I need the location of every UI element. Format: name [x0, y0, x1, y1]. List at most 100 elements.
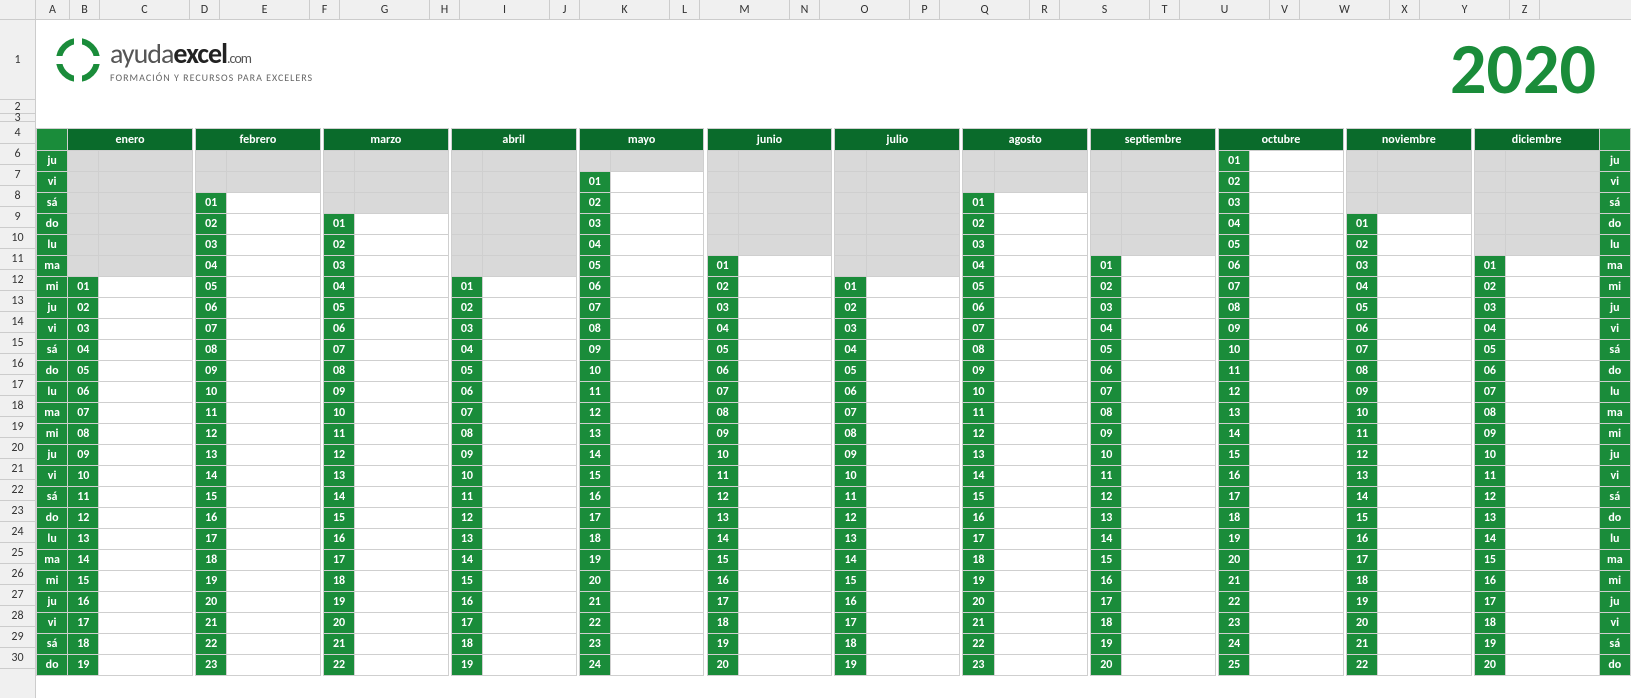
row-header-14[interactable]: 14	[0, 312, 35, 333]
day-cell[interactable]	[994, 466, 1088, 487]
day-cell[interactable]	[99, 319, 193, 340]
day-cell[interactable]	[227, 382, 321, 403]
col-header-Z[interactable]: Z	[1510, 0, 1540, 19]
day-cell[interactable]	[1250, 319, 1344, 340]
day-cell[interactable]	[994, 340, 1088, 361]
day-cell[interactable]	[738, 592, 832, 613]
day-cell[interactable]	[227, 592, 321, 613]
day-cell[interactable]	[355, 613, 449, 634]
day-cell[interactable]	[866, 613, 960, 634]
day-cell[interactable]	[1250, 613, 1344, 634]
day-cell[interactable]	[610, 466, 704, 487]
day-cell[interactable]	[1378, 445, 1472, 466]
day-cell[interactable]	[610, 172, 704, 193]
day-cell[interactable]	[227, 256, 321, 277]
day-cell[interactable]	[610, 235, 704, 256]
day-cell[interactable]	[1506, 298, 1600, 319]
day-cell[interactable]	[483, 550, 577, 571]
day-cell[interactable]	[1506, 403, 1600, 424]
day-cell[interactable]	[610, 529, 704, 550]
day-cell[interactable]	[99, 487, 193, 508]
day-cell[interactable]	[866, 571, 960, 592]
day-cell[interactable]	[227, 508, 321, 529]
day-cell[interactable]	[483, 571, 577, 592]
day-cell[interactable]	[610, 277, 704, 298]
day-cell[interactable]	[1250, 277, 1344, 298]
day-cell[interactable]	[355, 319, 449, 340]
day-cell[interactable]	[738, 319, 832, 340]
day-cell[interactable]	[1122, 256, 1216, 277]
col-header-T[interactable]: T	[1150, 0, 1180, 19]
day-cell[interactable]	[866, 487, 960, 508]
day-cell[interactable]	[738, 424, 832, 445]
day-cell[interactable]	[1378, 571, 1472, 592]
col-header-X[interactable]: X	[1390, 0, 1420, 19]
col-header-C[interactable]: C	[100, 0, 190, 19]
day-cell[interactable]	[483, 424, 577, 445]
row-header-19[interactable]: 19	[0, 417, 35, 438]
day-cell[interactable]	[99, 655, 193, 676]
day-cell[interactable]	[483, 529, 577, 550]
day-cell[interactable]	[1378, 382, 1472, 403]
day-cell[interactable]	[1506, 361, 1600, 382]
day-cell[interactable]	[483, 319, 577, 340]
col-header-S[interactable]: S	[1060, 0, 1150, 19]
day-cell[interactable]	[1378, 487, 1472, 508]
day-cell[interactable]	[610, 382, 704, 403]
day-cell[interactable]	[738, 340, 832, 361]
day-cell[interactable]	[1250, 487, 1344, 508]
day-cell[interactable]	[738, 529, 832, 550]
day-cell[interactable]	[355, 508, 449, 529]
day-cell[interactable]	[994, 508, 1088, 529]
day-cell[interactable]	[738, 571, 832, 592]
row-header-17[interactable]: 17	[0, 375, 35, 396]
day-cell[interactable]	[1378, 613, 1472, 634]
day-cell[interactable]	[483, 634, 577, 655]
day-cell[interactable]	[1506, 613, 1600, 634]
day-cell[interactable]	[355, 487, 449, 508]
col-header-D[interactable]: D	[190, 0, 220, 19]
day-cell[interactable]	[1250, 235, 1344, 256]
day-cell[interactable]	[610, 634, 704, 655]
day-cell[interactable]	[866, 445, 960, 466]
day-cell[interactable]	[866, 340, 960, 361]
day-cell[interactable]	[99, 592, 193, 613]
day-cell[interactable]	[1250, 151, 1344, 172]
day-cell[interactable]	[355, 235, 449, 256]
row-header-21[interactable]: 21	[0, 459, 35, 480]
day-cell[interactable]	[738, 445, 832, 466]
day-cell[interactable]	[1250, 340, 1344, 361]
day-cell[interactable]	[1506, 487, 1600, 508]
day-cell[interactable]	[483, 592, 577, 613]
day-cell[interactable]	[355, 445, 449, 466]
day-cell[interactable]	[610, 319, 704, 340]
row-header-11[interactable]: 11	[0, 249, 35, 270]
col-header-U[interactable]: U	[1180, 0, 1270, 19]
day-cell[interactable]	[355, 382, 449, 403]
day-cell[interactable]	[1122, 403, 1216, 424]
row-header-25[interactable]: 25	[0, 543, 35, 564]
day-cell[interactable]	[1506, 445, 1600, 466]
day-cell[interactable]	[1506, 634, 1600, 655]
day-cell[interactable]	[99, 298, 193, 319]
day-cell[interactable]	[1378, 214, 1472, 235]
day-cell[interactable]	[610, 256, 704, 277]
day-cell[interactable]	[1250, 655, 1344, 676]
day-cell[interactable]	[227, 487, 321, 508]
day-cell[interactable]	[483, 277, 577, 298]
day-cell[interactable]	[227, 298, 321, 319]
day-cell[interactable]	[1122, 613, 1216, 634]
worksheet-area[interactable]: ayudaexcel.com FORMACIÓN Y RECURSOS PARA…	[36, 20, 1631, 698]
day-cell[interactable]	[1506, 550, 1600, 571]
day-cell[interactable]	[483, 382, 577, 403]
day-cell[interactable]	[227, 550, 321, 571]
day-cell[interactable]	[1378, 277, 1472, 298]
day-cell[interactable]	[1378, 550, 1472, 571]
day-cell[interactable]	[994, 613, 1088, 634]
day-cell[interactable]	[994, 361, 1088, 382]
day-cell[interactable]	[1250, 361, 1344, 382]
day-cell[interactable]	[610, 340, 704, 361]
col-header-H[interactable]: H	[430, 0, 460, 19]
day-cell[interactable]	[1250, 550, 1344, 571]
day-cell[interactable]	[738, 466, 832, 487]
